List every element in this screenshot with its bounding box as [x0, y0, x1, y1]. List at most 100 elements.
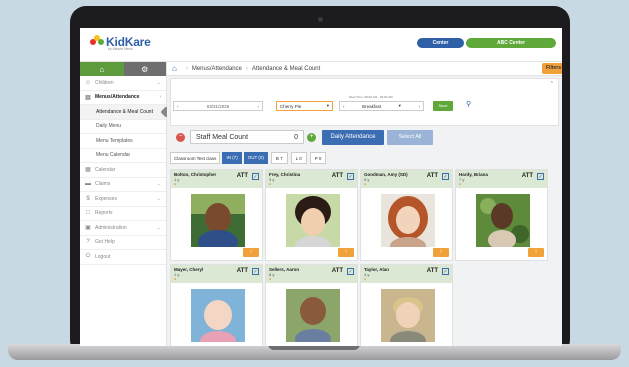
chevron-right-icon: ›: [159, 94, 161, 101]
sidebar-item-label: Children: [95, 79, 114, 86]
child-card[interactable]: Frey, Christina 3 y ● ATT ✓ ⍿: [265, 169, 358, 261]
sidebar-item-get-help[interactable]: ? Get Help: [80, 236, 166, 250]
sidebar: ⌂ ⚙ ☺ Children ⌄ ▤ Menus/Attendance › At…: [80, 62, 172, 346]
sidebar-item-expenses[interactable]: $ Expenses ⌄: [80, 192, 166, 207]
allergy-flag-icon: ●: [269, 182, 272, 186]
sidebar-item-calendar[interactable]: ▦ Calendar: [80, 163, 166, 178]
sidebar-item-claims[interactable]: ▬ Claims ⌄: [80, 178, 166, 192]
child-card[interactable]: Goodman, Amy (SD) 9 y ● ATT ✓ ⍿: [360, 169, 453, 261]
chevron-left-icon[interactable]: ‹: [177, 104, 179, 109]
attendance-checkbox[interactable]: ✓: [347, 173, 354, 180]
plus-icon[interactable]: +: [307, 132, 316, 142]
child-card-header: Mayer, Cheryl 1 y ● ATT ✓: [171, 265, 262, 283]
pm-count: P 0: [309, 152, 327, 164]
select-all-button[interactable]: Select All: [387, 129, 433, 145]
meal-fork-icon[interactable]: ⍿: [338, 248, 354, 257]
child-card[interactable]: Hardy, Briana 7 y ● ATT ✓ ⍿: [455, 169, 548, 261]
att-label: ATT: [331, 173, 343, 179]
allergy-flag-icon: ●: [269, 277, 272, 281]
child-card[interactable]: Bolton, Christopher 1 y ● ATT ✓ ⍿: [170, 169, 263, 261]
home-icon[interactable]: ⌂: [172, 64, 177, 73]
sidebar-item-administration[interactable]: ▣ Administration ⌄: [80, 221, 166, 236]
sidebar-item-menu-templates[interactable]: Menu Templates: [80, 134, 166, 149]
child-photo: [476, 194, 530, 247]
child-icon: ☺: [84, 79, 92, 86]
allergy-flag-icon: ●: [364, 182, 367, 186]
breadcrumb-menus-attendance[interactable]: Menus/Attendance: [192, 66, 242, 72]
child-photo: [381, 289, 435, 342]
sidebar-item-label: Daily Menu: [96, 123, 122, 130]
class-label: Classroom Test class: [170, 152, 221, 164]
meal-fork-icon[interactable]: ⍿: [433, 248, 449, 257]
attendance-checkbox[interactable]: ✓: [442, 173, 449, 180]
meal-fork-icon[interactable]: ⍿: [528, 248, 544, 257]
child-card[interactable]: Sellers, Aaron 8 y ● ATT ✓: [265, 264, 358, 346]
app-screen: KidKare by Minute Menu Center ABC Center…: [80, 28, 562, 346]
date-picker[interactable]: ‹ 03/31/2025 ›: [173, 101, 263, 111]
breakfast-count: B 7: [270, 152, 288, 164]
child-card-header: Frey, Christina 3 y ● ATT ✓: [266, 170, 357, 188]
att-label: ATT: [236, 173, 248, 179]
out-filter-button[interactable]: OUT (0): [243, 152, 268, 164]
child-card-header: Bolton, Christopher 1 y ● ATT ✓: [171, 170, 262, 188]
filters-button[interactable]: Filters: [542, 63, 562, 74]
camera-icon: [318, 17, 323, 22]
chevron-right-icon[interactable]: ›: [418, 104, 420, 109]
child-card[interactable]: Taylor, Alan 4 y ● ATT ✓: [360, 264, 453, 346]
report-icon: □: [86, 210, 90, 217]
center-button[interactable]: Center: [417, 38, 464, 48]
menu-select-value: Cherry Pie: [280, 103, 302, 109]
allergy-flag-icon: ●: [174, 182, 177, 186]
meal-controls-panel: ⌃ ‹ 03/31/2025 › Cherry Pie ▾ Meal Time:…: [170, 78, 559, 126]
sidebar-item-logout[interactable]: ⏻ Logout: [80, 250, 166, 265]
attendance-checkbox[interactable]: ✓: [347, 268, 354, 275]
breadcrumb: ⌂ › Menus/Attendance › Attendance & Meal…: [167, 62, 562, 76]
chevron-right-icon[interactable]: ›: [258, 104, 260, 109]
minus-icon[interactable]: −: [176, 132, 185, 142]
in-filter-button[interactable]: IN (7): [222, 152, 242, 164]
logo-mark-icon: [90, 35, 104, 49]
center-name-button[interactable]: ABC Center: [466, 38, 556, 48]
staff-meal-count-field[interactable]: Staff Meal Count 0: [190, 130, 304, 144]
sidebar-item-label: Menu Calendar: [96, 152, 131, 159]
attendance-checkbox[interactable]: ✓: [252, 173, 259, 180]
meal-fork-icon[interactable]: ⍿: [243, 248, 259, 257]
child-photo-image: [191, 289, 245, 342]
chevron-left-icon[interactable]: ‹: [343, 104, 345, 109]
chevron-down-icon: ⌄: [156, 195, 161, 202]
caret-down-icon: ▾: [326, 103, 329, 108]
sidebar-item-menu-calendar[interactable]: Menu Calendar: [80, 149, 166, 163]
meal-time-label: Meal Time: 08:00 AM - 09:00 AM: [349, 95, 393, 99]
sidebar-item-label: Administration: [95, 224, 127, 231]
home-icon[interactable]: ⌂: [80, 62, 124, 76]
sidebar-item-label: Menus/Attendance: [95, 94, 140, 101]
sidebar-item-attendance-meal-count[interactable]: Attendance & Meal Count: [80, 105, 172, 120]
power-icon: ⏻: [85, 253, 91, 260]
settings-icon[interactable]: ⚙: [123, 62, 166, 76]
att-label: ATT: [331, 268, 343, 274]
main-content: ⌂ › Menus/Attendance › Attendance & Meal…: [167, 62, 562, 346]
sidebar-item-label: Menu Templates: [96, 137, 133, 144]
menu-icon: ▤: [85, 94, 91, 101]
dollar-icon: $: [86, 195, 90, 202]
save-button[interactable]: Save: [433, 101, 453, 111]
attendance-checkbox[interactable]: ✓: [442, 268, 449, 275]
sidebar-item-reports[interactable]: □ Reports: [80, 207, 166, 221]
staff-meal-count-label: Staff Meal Count: [196, 133, 249, 141]
menu-select[interactable]: Cherry Pie ▾: [276, 101, 333, 111]
sidebar-item-children[interactable]: ☺ Children ⌄: [80, 76, 166, 91]
child-card-header: Sellers, Aaron 8 y ● ATT ✓: [266, 265, 357, 283]
child-photo: [381, 194, 435, 247]
allergy-flag-icon: ●: [364, 277, 367, 281]
top-bar: KidKare by Minute Menu Center ABC Center: [80, 28, 562, 62]
search-icon[interactable]: ⚲: [466, 100, 471, 108]
sidebar-item-menus-attendance[interactable]: ▤ Menus/Attendance ›: [80, 91, 166, 105]
chevron-up-icon[interactable]: ⌃: [550, 81, 554, 87]
meal-select[interactable]: ‹ Breakfast ▾ ›: [339, 101, 424, 111]
attendance-checkbox[interactable]: ✓: [537, 173, 544, 180]
meal-select-value: Breakfast: [362, 103, 382, 109]
daily-attendance-button[interactable]: Daily Attendance: [322, 129, 384, 145]
attendance-checkbox[interactable]: ✓: [252, 268, 259, 275]
sidebar-item-daily-menu[interactable]: Daily Menu: [80, 120, 166, 134]
child-card[interactable]: Mayer, Cheryl 1 y ● ATT ✓: [170, 264, 263, 346]
